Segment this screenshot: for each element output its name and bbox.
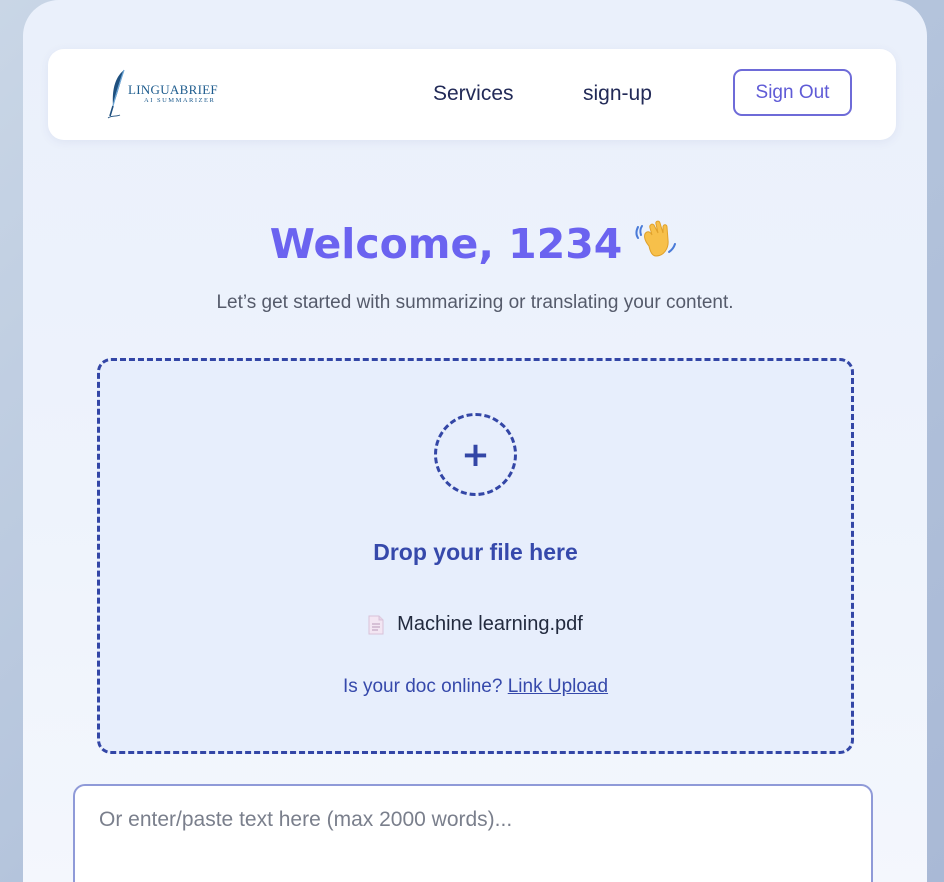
dropzone-title: Drop your file here: [373, 539, 578, 565]
quill-feather-icon: [107, 69, 125, 119]
plus-icon: +: [461, 434, 490, 475]
add-file-button[interactable]: +: [434, 413, 517, 496]
waving-hand-icon: [634, 216, 680, 272]
welcome-text: Welcome, 1234: [269, 220, 623, 268]
file-dropzone[interactable]: + Drop your file here Machine learning.p…: [97, 358, 854, 754]
welcome-heading: Welcome, 1234: [23, 216, 927, 272]
link-upload-link[interactable]: Link Upload: [508, 676, 608, 697]
online-doc-row: Is your doc online? Link Upload: [100, 676, 851, 698]
nav-link-services[interactable]: Services: [433, 82, 514, 106]
welcome-subtitle: Let’s get started with summarizing or tr…: [216, 292, 734, 313]
sign-out-button[interactable]: Sign Out: [733, 69, 852, 116]
app-card: LINGUABRIEF AI SUMMARIZER Services sign-…: [23, 0, 927, 882]
file-name: Machine learning.pdf: [397, 613, 583, 635]
online-doc-prompt: Is your doc online?: [342, 676, 503, 697]
document-icon: [368, 615, 384, 634]
logo[interactable]: LINGUABRIEF AI SUMMARIZER: [106, 67, 236, 121]
logo-text: LINGUABRIEF AI SUMMARIZER: [128, 83, 218, 105]
selected-file: Machine learning.pdf: [100, 613, 851, 636]
nav-link-sign-up[interactable]: sign-up: [583, 82, 652, 106]
text-input-area[interactable]: [73, 784, 873, 882]
logo-tagline: AI SUMMARIZER: [144, 97, 216, 105]
logo-wordmark: LINGUABRIEF: [128, 82, 218, 98]
navbar: LINGUABRIEF AI SUMMARIZER Services sign-…: [48, 49, 896, 140]
